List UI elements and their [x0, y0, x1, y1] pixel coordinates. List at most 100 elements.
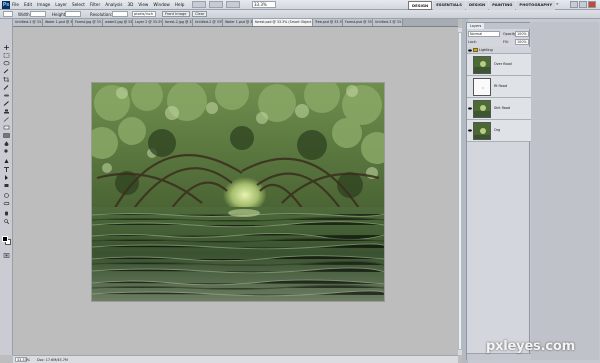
clone-stamp-tool-icon[interactable] — [3, 109, 10, 114]
resolution-field[interactable] — [112, 11, 128, 17]
layers-panel: Layers Normal Opacity: 100% Lock: Fill: … — [466, 22, 531, 360]
lasso-tool-icon[interactable] — [3, 61, 10, 66]
menu-analysis[interactable]: Analysis — [105, 2, 122, 7]
zoom-level-field[interactable]: 33.3% — [252, 1, 276, 8]
eye-icon[interactable] — [468, 49, 472, 52]
type-tool-icon[interactable] — [3, 167, 10, 172]
tool-preset-picker[interactable] — [3, 11, 13, 17]
brush-tool-icon[interactable] — [3, 101, 10, 106]
tab-document-7[interactable]: Untitled-2 @ 33% — [193, 19, 223, 26]
tab-document-3[interactable]: Forest.jpg @ 33.3% — [73, 19, 103, 26]
layer-row[interactable]: Over flood — [467, 54, 531, 76]
layer-name: Shit flood — [494, 106, 511, 110]
foreground-color-swatch[interactable] — [2, 236, 8, 242]
layer-row[interactable]: Org — [467, 120, 531, 142]
eraser-tool-icon[interactable] — [3, 125, 10, 130]
eye-icon[interactable] — [468, 107, 472, 110]
menu-layer[interactable]: Layer — [55, 2, 67, 7]
document-size-status[interactable]: Doc: 17.6M/45.7M — [37, 358, 68, 362]
layer-thumbnail — [473, 78, 491, 96]
tab-document-6[interactable]: forest-2.jpg @ 33% — [163, 19, 193, 26]
window-controls — [570, 1, 596, 8]
layer-list: Lighting Over flood flt flood Shit flood — [467, 47, 531, 142]
blend-mode-select[interactable]: Normal — [468, 31, 500, 37]
tab-document-10[interactable]: Forest.psd @ 33% — [343, 19, 373, 26]
canvas-workspace[interactable] — [13, 28, 458, 355]
healing-brush-tool-icon[interactable] — [3, 93, 10, 98]
width-field[interactable] — [30, 11, 46, 17]
more-workspaces-button[interactable]: » — [556, 2, 559, 7]
tab-document-4[interactable]: water2.jpg @ 33.3% — [103, 19, 133, 26]
document-tabs: Untitled-1 @ 33.3%... Water 1.psd @ 33.3… — [13, 19, 458, 27]
fill-field[interactable]: 100% — [515, 39, 529, 45]
menu-file[interactable]: File — [12, 2, 19, 7]
height-field[interactable] — [65, 11, 81, 17]
workspace-design[interactable]: DESIGN — [408, 1, 433, 10]
status-zoom-field[interactable]: 33.33% — [15, 357, 30, 362]
tab-document-9[interactable]: Tree.psd @ 33.3% — [313, 19, 343, 26]
menu-edit[interactable]: Edit — [24, 2, 32, 7]
maximize-button[interactable] — [579, 1, 587, 8]
workspace-painting[interactable]: PAINTING — [489, 1, 516, 10]
layers-panel-footer — [467, 353, 531, 360]
photoshop-logo-icon: Ps — [2, 1, 10, 9]
layer-row[interactable]: Shit flood — [467, 98, 531, 120]
tab-document-1[interactable]: Untitled-1 @ 33.3%... — [13, 19, 43, 26]
layer-group-name: Lighting — [479, 48, 493, 52]
workspace-photography[interactable]: PHOTOGRAPHY — [516, 1, 556, 10]
clear-button[interactable]: Clear — [192, 11, 208, 17]
move-tool-icon[interactable] — [3, 45, 10, 50]
pen-tool-icon[interactable] — [3, 159, 10, 164]
layer-group-row[interactable]: Lighting — [467, 47, 531, 54]
quick-mask-icon[interactable] — [3, 253, 10, 258]
tab-document-8[interactable]: Water 1.psd @ 33.3% (Layer 1, RGB/8) — [223, 19, 253, 26]
crop-tool-icon[interactable] — [3, 77, 10, 82]
mini-bridge-button[interactable] — [209, 1, 223, 8]
marquee-tool-icon[interactable] — [3, 53, 10, 58]
3d-orbit-tool-icon[interactable] — [3, 201, 10, 206]
tab-document-5[interactable]: Layer 2 @ 33.3% — [133, 19, 163, 26]
blur-tool-icon[interactable] — [3, 141, 10, 146]
minimize-button[interactable] — [570, 1, 578, 8]
layer-row[interactable]: flt flood — [467, 76, 531, 98]
menu-select[interactable]: Select — [72, 2, 85, 7]
quick-buttons — [192, 1, 240, 8]
layer-name: Over flood — [494, 62, 512, 66]
document-canvas-image[interactable] — [92, 83, 384, 301]
tab-document-2[interactable]: Water 1.psd @ 33.3% — [43, 19, 73, 26]
menu-help[interactable]: Help — [175, 2, 185, 7]
close-button[interactable] — [588, 1, 596, 8]
resolution-unit-select[interactable]: pixels/inch — [132, 11, 156, 17]
menu-window[interactable]: Window — [153, 2, 170, 7]
eyedropper-tool-icon[interactable] — [3, 85, 10, 90]
fill-label: Fill: — [503, 40, 509, 44]
eye-icon[interactable] — [468, 129, 472, 132]
menu-view[interactable]: View — [138, 2, 148, 7]
workspace-design-2[interactable]: DESIGN — [465, 1, 489, 10]
view-extras-button[interactable] — [226, 1, 240, 8]
tab-active-document[interactable]: forest.psd @ 33.3% (Smart Object 1 copy,… — [253, 19, 313, 26]
menu-filter[interactable]: Filter — [90, 2, 100, 7]
dodge-tool-icon[interactable] — [3, 149, 10, 154]
workspace-switcher: DESIGN ESSENTIALS DESIGN PAINTING PHOTOG… — [408, 1, 556, 10]
shape-tool-icon[interactable] — [3, 183, 10, 188]
main-menu: File Edit Image Layer Select Filter Anal… — [12, 2, 184, 7]
history-brush-tool-icon[interactable] — [3, 117, 10, 122]
zoom-tool-icon[interactable] — [3, 219, 10, 224]
gradient-tool-icon[interactable] — [3, 133, 10, 138]
tab-layers[interactable]: Layers — [467, 23, 485, 29]
opacity-field[interactable]: 100% — [515, 31, 529, 37]
lock-label: Lock: — [468, 40, 477, 44]
layer-thumbnail — [473, 56, 491, 74]
bridge-button[interactable] — [192, 1, 206, 8]
tab-document-11[interactable]: Untitled-3 @ 33.3% — [373, 19, 403, 26]
3d-rotate-tool-icon[interactable] — [3, 193, 10, 198]
path-selection-tool-icon[interactable] — [3, 175, 10, 180]
menu-3d[interactable]: 3D — [128, 2, 134, 7]
hand-tool-icon[interactable] — [3, 211, 10, 216]
menu-image[interactable]: Image — [37, 2, 50, 7]
front-image-button[interactable]: Front Image — [162, 11, 190, 17]
workspace-essentials[interactable]: ESSENTIALS — [433, 1, 465, 10]
tools-panel — [0, 19, 13, 355]
quick-selection-tool-icon[interactable] — [3, 69, 10, 74]
